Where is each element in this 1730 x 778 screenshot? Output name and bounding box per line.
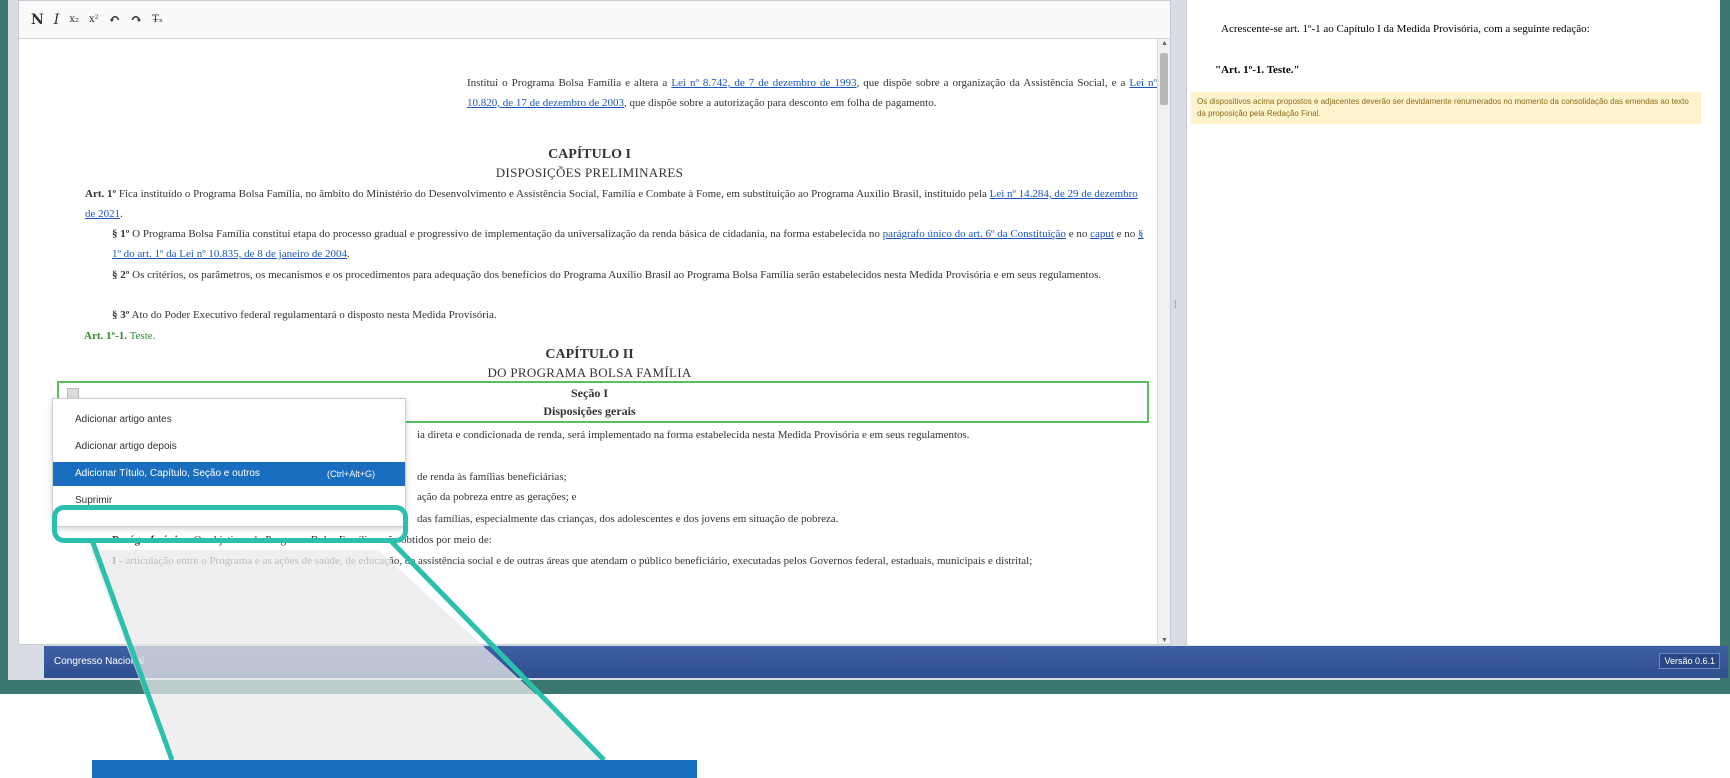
version-badge: Versão 0.6.1 <box>1659 653 1720 669</box>
preamble-text: , que dispõe sobre a autorização para de… <box>624 97 937 109</box>
inciso-i[interactable]: I - articulação entre o Programa e as aç… <box>112 551 1152 571</box>
amendment-instruction: Acrescente-se art. 1º-1 ao Capítulo I da… <box>1221 23 1590 35</box>
paragraph-text: Os critérios, os parâmetros, os mecanism… <box>129 269 1102 281</box>
status-bar: Congresso Nacional Versão 0.6.1 <box>44 646 1728 678</box>
clear-format-icon[interactable]: T̶ₓ <box>152 14 163 25</box>
amendment-pane: Acrescente-se art. 1º-1 ao Capítulo I da… <box>1186 0 1720 645</box>
preamble-text: , que dispõe sobre a organização da Assi… <box>856 77 1130 89</box>
paragraph-text: Ato do Poder Executivo federal regulamen… <box>129 309 497 321</box>
paragraph-text: e no <box>1113 228 1139 240</box>
renumbering-note: Os dispositivos acima propostos e adjace… <box>1191 92 1701 124</box>
menu-item-label: Adicionar Título, Capítulo, Seção e outr… <box>75 468 260 479</box>
italic-button[interactable]: I <box>54 12 60 28</box>
document-content[interactable]: Institui o Programa Bolsa Família e alte… <box>19 41 1160 644</box>
amendment-article: "Art. 1º-1. Teste." <box>1215 64 1300 76</box>
chapter-subtitle: DO PROGRAMA BOLSA FAMÍLIA <box>487 365 692 380</box>
superscript-button[interactable]: x² <box>89 14 99 25</box>
article-label: Art. 1º-1. <box>84 330 128 342</box>
zoomed-menu-item <box>92 760 697 778</box>
format-toolbar: N I x₂ x² ↶ ↷ T̶ₓ <box>19 1 1170 39</box>
menu-item-add-article-before[interactable]: Adicionar artigo antes <box>53 408 405 432</box>
app-window: N I x₂ x² ↶ ↷ T̶ₓ Institui o Programa Bo… <box>8 0 1728 680</box>
menu-item-add-article-after[interactable]: Adicionar artigo depois <box>53 435 405 459</box>
inciso-text: - articulação entre o Programa e as açõe… <box>116 555 1033 567</box>
article-text: . <box>120 208 123 220</box>
scroll-down-icon[interactable]: ▼ <box>1161 636 1168 644</box>
undo-icon[interactable]: ↶ <box>109 12 121 28</box>
chapter-title: CAPÍTULO I <box>548 147 631 162</box>
bold-button[interactable]: N <box>31 12 44 28</box>
chapter-subtitle: DISPOSIÇÕES PRELIMINARES <box>495 165 684 180</box>
menu-item-shortcut: (Ctrl+Alt+G) <box>327 469 376 479</box>
paragraph-1[interactable]: § 1º O Programa Bolsa Família constitui … <box>112 224 1152 264</box>
article-2-partial[interactable]: ia direta e condicionada de renda, será … <box>417 425 1157 445</box>
inciso-1-partial[interactable]: de renda às famílias beneficiárias; <box>417 467 1157 487</box>
article-1[interactable]: Art. 1º Fica instituído o Programa Bolsa… <box>85 184 1145 224</box>
paragraph-text: e no <box>1065 228 1091 240</box>
law-link[interactable]: parágrafo único do art. 6º da Constituiç… <box>883 228 1066 240</box>
preamble: Institui o Programa Bolsa Família e alte… <box>467 73 1157 113</box>
highlight-ring <box>52 505 408 543</box>
scroll-thumb[interactable] <box>1160 53 1168 105</box>
status-org-label: Congresso Nacional <box>54 656 145 667</box>
scroll-up-icon[interactable]: ▲ <box>1161 39 1168 47</box>
law-link[interactable]: caput <box>1090 228 1114 240</box>
paragraph-3[interactable]: § 3º Ato do Poder Executivo federal regu… <box>112 305 1152 325</box>
article-1-1[interactable]: Art. 1º-1. Teste. <box>84 326 1144 346</box>
article-text: Teste. <box>127 330 156 342</box>
chapter-title: CAPÍTULO II <box>545 347 634 362</box>
paragraph-text: O Programa Bolsa Família constitui etapa… <box>129 228 883 240</box>
inciso-2-partial[interactable]: ação da pobreza entre as gerações; e <box>417 487 1157 507</box>
subscript-button[interactable]: x₂ <box>69 14 79 25</box>
menu-item-label: Adicionar artigo antes <box>75 414 172 425</box>
paragraph-text: . <box>347 248 350 260</box>
menu-item-add-title-chapter-section[interactable]: Adicionar Título, Capítulo, Seção e outr… <box>53 462 405 486</box>
paragraph-label: § 1º <box>112 228 130 240</box>
pane-splitter[interactable]: ⁞ <box>1174 300 1182 311</box>
preamble-text: Institui o Programa Bolsa Família e alte… <box>467 77 672 89</box>
paragraph-label: § 2º <box>112 269 130 281</box>
article-label: Art. 1º <box>85 188 117 200</box>
editor-scrollbar[interactable]: ▲ ▼ <box>1157 39 1170 644</box>
redo-icon[interactable]: ↷ <box>130 12 142 28</box>
paragraph-label: § 3º <box>112 309 130 321</box>
article-text: Fica instituído o Programa Bolsa Família… <box>116 188 990 200</box>
editor-pane: N I x₂ x² ↶ ↷ T̶ₓ Institui o Programa Bo… <box>18 0 1171 645</box>
paragraph-2[interactable]: § 2º Os critérios, os parâmetros, os mec… <box>112 265 1152 285</box>
inciso-3-partial[interactable]: das famílias, especialmente das crianças… <box>417 509 1157 529</box>
law-link[interactable]: Lei nº 8.742, de 7 de dezembro de 1993 <box>671 77 856 89</box>
menu-item-label: Adicionar artigo depois <box>75 441 177 452</box>
